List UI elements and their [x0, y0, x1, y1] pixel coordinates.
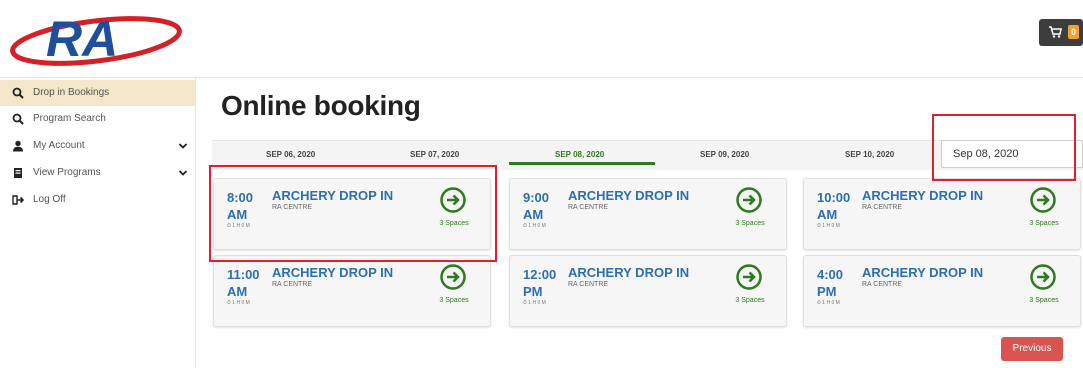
page: RA 0 Drop in Bookings Program Search My … — [0, 0, 1083, 368]
sidebar-item-drop-in-bookings[interactable]: Drop in Bookings — [0, 80, 196, 106]
search-icon — [12, 113, 24, 125]
arrow-right-icon[interactable] — [1030, 187, 1056, 213]
program-name[interactable]: ARCHERY DROP IN — [272, 265, 393, 280]
session-time: 4:00 PM — [817, 267, 844, 299]
duration-text: 1 H 0 M — [232, 300, 250, 306]
spaces-available: 3 Spaces — [735, 220, 765, 227]
user-icon — [13, 140, 23, 152]
session-card[interactable]: 12:00 PM ⏱ 1 H 0 M ARCHERY DROP IN RA CE… — [509, 255, 787, 327]
cart-icon — [1049, 26, 1062, 38]
session-duration: ⏱ 1 H 0 M — [523, 300, 546, 306]
highlight-box-first-session — [209, 165, 497, 262]
session-time: 9:00 AM — [523, 190, 550, 222]
program-name[interactable]: ARCHERY DROP IN — [862, 265, 983, 280]
chevron-down-icon[interactable] — [178, 141, 188, 151]
session-time: 12:00 PM — [523, 267, 557, 299]
book-icon — [14, 168, 22, 178]
logo-text: RA — [46, 11, 118, 67]
cart-button[interactable]: 0 — [1039, 19, 1083, 46]
spaces-available: 3 Spaces — [1029, 220, 1059, 227]
session-card[interactable]: 4:00 PM ⏱ 1 H 0 M ARCHERY DROP IN RA CEN… — [803, 255, 1081, 327]
duration-text: 1 H 0 M — [528, 223, 546, 229]
sidebar-item-program-search[interactable]: Program Search — [0, 106, 196, 132]
duration-text: 1 H 0 M — [528, 300, 546, 306]
session-duration: ⏱ 1 H 0 M — [227, 300, 250, 306]
previous-button[interactable]: Previous — [1001, 337, 1063, 361]
date-tab[interactable]: SEP 06, 2020 — [266, 150, 315, 159]
sidebar-item-label: My Account — [33, 140, 85, 151]
header: RA 0 — [0, 0, 1083, 78]
program-name[interactable]: ARCHERY DROP IN — [862, 188, 983, 203]
session-duration: ⏱ 1 H 0 M — [523, 223, 546, 229]
duration-text: 1 H 0 M — [822, 300, 840, 306]
date-tab[interactable]: SEP 09, 2020 — [700, 150, 749, 159]
program-location: RA CENTRE — [568, 281, 609, 288]
arrow-right-icon[interactable] — [440, 264, 466, 290]
ra-logo[interactable]: RA — [8, 4, 184, 70]
search-icon — [12, 87, 24, 99]
session-duration: ⏱ 1 H 0 M — [817, 223, 840, 229]
sidebar-item-log-off[interactable]: Log Off — [0, 187, 196, 213]
session-card[interactable]: 10:00 AM ⏱ 1 H 0 M ARCHERY DROP IN RA CE… — [803, 178, 1081, 250]
session-duration: ⏱ 1 H 0 M — [817, 300, 840, 306]
sidebar-item-view-programs[interactable]: View Programs — [0, 160, 196, 186]
date-tab[interactable]: SEP 10, 2020 — [845, 150, 894, 159]
sidebar-item-label: Program Search — [33, 113, 106, 124]
session-time: 11:00 AM — [227, 267, 260, 299]
program-location: RA CENTRE — [568, 204, 609, 211]
sidebar: Drop in Bookings Program Search My Accou… — [0, 78, 196, 368]
chevron-down-icon[interactable] — [178, 168, 188, 178]
arrow-right-icon[interactable] — [736, 187, 762, 213]
session-time: 10:00 AM — [817, 190, 851, 222]
arrow-right-icon[interactable] — [1030, 264, 1056, 290]
program-location: RA CENTRE — [862, 281, 903, 288]
session-card[interactable]: 9:00 AM ⏱ 1 H 0 M ARCHERY DROP IN RA CEN… — [509, 178, 787, 250]
program-name[interactable]: ARCHERY DROP IN — [568, 265, 689, 280]
date-tab-active[interactable]: SEP 08, 2020 — [555, 150, 604, 159]
cart-count-badge: 0 — [1068, 25, 1079, 39]
sign-out-icon — [12, 195, 24, 205]
program-location: RA CENTRE — [862, 204, 903, 211]
program-location: RA CENTRE — [272, 281, 313, 288]
session-card[interactable]: 11:00 AM ⏱ 1 H 0 M ARCHERY DROP IN RA CE… — [213, 255, 491, 327]
sidebar-item-label: Log Off — [33, 194, 66, 205]
sidebar-item-label: Drop in Bookings — [33, 87, 110, 98]
date-tab[interactable]: SEP 07, 2020 — [410, 150, 459, 159]
spaces-available: 3 Spaces — [1029, 297, 1059, 304]
highlight-box-date-picker — [932, 114, 1076, 181]
arrow-right-icon[interactable] — [736, 264, 762, 290]
spaces-available: 3 Spaces — [735, 297, 765, 304]
sidebar-item-label: View Programs — [33, 167, 101, 178]
sidebar-item-my-account[interactable]: My Account — [0, 133, 196, 159]
page-title: Online booking — [221, 90, 421, 121]
spaces-available: 3 Spaces — [439, 297, 469, 304]
duration-text: 1 H 0 M — [822, 223, 840, 229]
active-date-indicator — [509, 162, 655, 165]
program-name[interactable]: ARCHERY DROP IN — [568, 188, 689, 203]
